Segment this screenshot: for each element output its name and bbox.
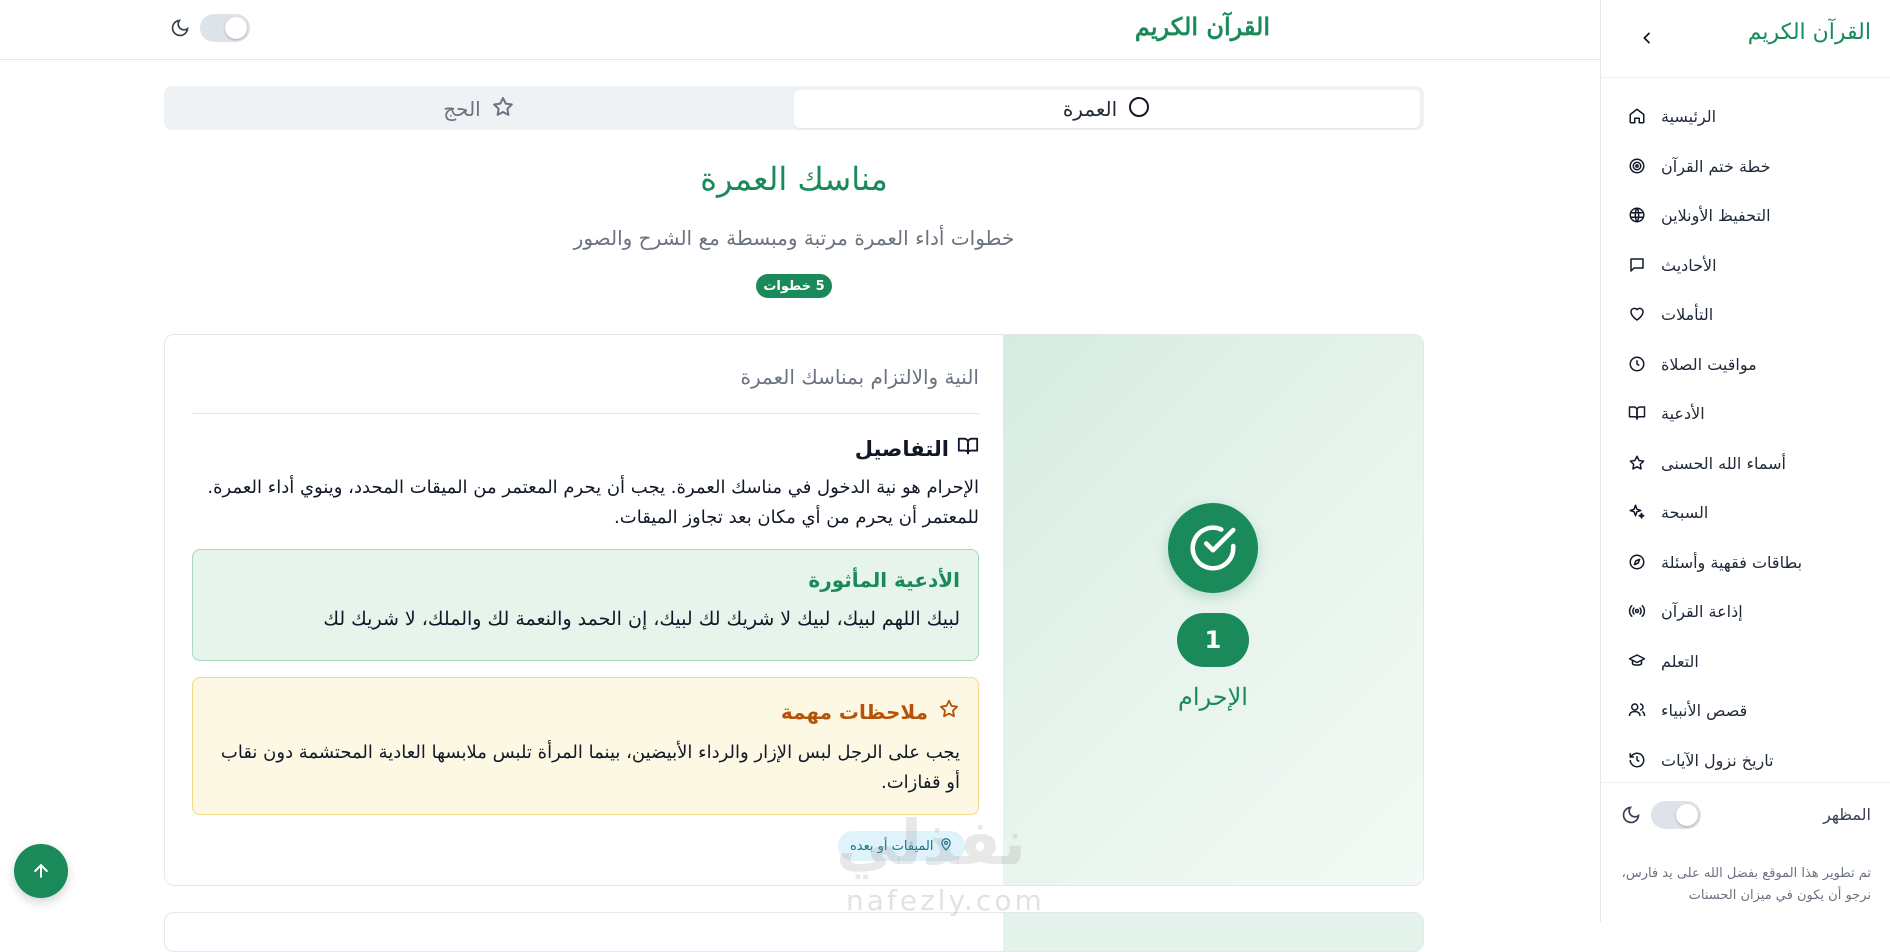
compass-icon bbox=[1627, 552, 1647, 572]
sidebar: القرآن الكريم الرئيسية خطة ختم القرآن ال… bbox=[1600, 0, 1890, 922]
details-heading: التفاصيل bbox=[855, 435, 979, 462]
sidebar-item-prayer-times[interactable]: مواقيت الصلاة bbox=[1601, 346, 1890, 382]
book-open-icon bbox=[957, 435, 979, 462]
notes-text: يجب على الرجل لبس الإزار والرداء الأبيضي… bbox=[220, 742, 960, 793]
sidebar-nav: الرئيسية خطة ختم القرآن التحفيظ الأونلاي… bbox=[1601, 92, 1890, 772]
heart-icon bbox=[1627, 304, 1647, 324]
step-visual-panel bbox=[1003, 913, 1423, 951]
sparkles-icon bbox=[1627, 502, 1647, 522]
globe-icon bbox=[1627, 205, 1647, 225]
sidebar-item-label: الأدعية bbox=[1661, 403, 1705, 423]
details-heading-label: التفاصيل bbox=[854, 436, 949, 461]
circle-icon bbox=[1127, 95, 1151, 124]
users-icon bbox=[1627, 700, 1647, 720]
notes-title: ملاحظات مهمة bbox=[780, 699, 928, 724]
sidebar-item-label: تاريخ نزول الآيات bbox=[1661, 750, 1774, 770]
page-subtitle: خطوات أداء العمرة مرتبة ومبسطة مع الشرح … bbox=[573, 226, 1015, 250]
next-step-card bbox=[164, 912, 1424, 952]
sidebar-item-reflections[interactable]: التأملات bbox=[1601, 296, 1890, 332]
sidebar-item-fiqh-cards[interactable]: بطاقات فقهية وأسئلة bbox=[1601, 544, 1890, 580]
toggle-knob bbox=[225, 17, 247, 39]
dua-text: لبيك اللهم لبيك، لبيك لا شريك لك لبيك، إ… bbox=[323, 608, 960, 630]
arrow-up-icon bbox=[34, 864, 48, 878]
step-visual-panel: 1 الإحرام bbox=[1003, 335, 1423, 885]
step-name: الإحرام bbox=[1178, 683, 1248, 711]
clock-icon bbox=[1627, 354, 1647, 374]
sidebar-item-prophets-stories[interactable]: قصص الأنبياء bbox=[1601, 692, 1890, 728]
sidebar-header: القرآن الكريم bbox=[1601, 0, 1890, 78]
sidebar-item-label: التحفيظ الأونلاين bbox=[1661, 205, 1771, 225]
sidebar-item-label: إذاعة القرآن bbox=[1661, 601, 1743, 621]
dua-title: الأدعية المأثورة bbox=[808, 568, 960, 592]
sidebar-item-hadith[interactable]: الأحاديث bbox=[1601, 247, 1890, 283]
sidebar-item-label: بطاقات فقهية وأسئلة bbox=[1661, 552, 1803, 572]
tab-label: الحج bbox=[443, 97, 481, 121]
tab-umrah[interactable]: العمرة bbox=[794, 90, 1420, 128]
sidebar-footer: المظهر تم تطوير هذا الموقع بفضل الله على… bbox=[1601, 782, 1890, 922]
sidebar-item-label: الأحاديث bbox=[1661, 255, 1717, 275]
sidebar-item-quran-radio[interactable]: إذاعة القرآن bbox=[1601, 593, 1890, 629]
appearance-label: المظهر bbox=[1823, 805, 1871, 824]
notes-box: ملاحظات مهمة يجب على الرجل لبس الإزار وا… bbox=[192, 677, 979, 815]
graduation-cap-icon bbox=[1627, 651, 1647, 671]
sidebar-item-duas[interactable]: الأدعية bbox=[1601, 395, 1890, 431]
check-circle-icon bbox=[1168, 503, 1258, 593]
star-icon bbox=[491, 95, 515, 124]
sidebar-item-label: خطة ختم القرآن bbox=[1661, 156, 1771, 176]
toggle-knob bbox=[1676, 804, 1698, 826]
star-icon bbox=[938, 698, 960, 725]
sidebar-item-label: السبحة bbox=[1661, 502, 1709, 522]
dua-box: الأدعية المأثورة لبيك اللهم لبيك، لبيك ل… bbox=[192, 549, 979, 661]
credit-text: تم تطوير هذا الموقع بفضل الله على يد فار… bbox=[1621, 866, 1871, 903]
radio-icon bbox=[1627, 601, 1647, 621]
sidebar-item-label: التأملات bbox=[1661, 304, 1714, 324]
sidebar-item-names-of-allah[interactable]: أسماء الله الحسنى bbox=[1601, 445, 1890, 481]
sidebar-item-online-memorization[interactable]: التحفيظ الأونلاين bbox=[1601, 197, 1890, 233]
sidebar-item-label: الرئيسية bbox=[1661, 106, 1717, 126]
book-open-icon bbox=[1627, 403, 1647, 423]
step-intro: النية والالتزام بمناسك العمرة bbox=[740, 365, 980, 389]
home-icon bbox=[1627, 106, 1647, 126]
sidebar-item-revelation-history[interactable]: تاريخ نزول الآيات bbox=[1601, 742, 1890, 772]
history-icon bbox=[1627, 750, 1647, 770]
chevron-left-icon[interactable] bbox=[1637, 28, 1657, 48]
step-card: 1 الإحرام النية والالتزام بمناسك العمرة … bbox=[164, 334, 1424, 886]
target-icon bbox=[1627, 156, 1647, 176]
sidebar-item-label: قصص الأنبياء bbox=[1661, 700, 1748, 720]
tab-label: العمرة bbox=[1062, 97, 1118, 121]
watermark-arabic: نفذلي bbox=[836, 806, 1026, 879]
star-icon bbox=[1627, 453, 1647, 473]
watermark-latin: nafezly.com bbox=[846, 884, 1045, 917]
details-text: الإحرام هو نية الدخول في مناسك العمرة. ي… bbox=[207, 477, 979, 528]
sidebar-item-tasbih[interactable]: السبحة bbox=[1601, 494, 1890, 530]
sidebar-item-khatm-plan[interactable]: خطة ختم القرآن bbox=[1601, 148, 1890, 184]
divider bbox=[192, 413, 979, 414]
ritual-tabs: العمرة الحج bbox=[164, 86, 1424, 130]
steps-count-badge: 5 خطوات bbox=[756, 274, 832, 298]
moon-icon[interactable] bbox=[170, 18, 190, 38]
step-content: النية والالتزام بمناسك العمرة التفاصيل ا… bbox=[165, 335, 1005, 885]
page-title: مناسك العمرة bbox=[700, 160, 888, 198]
top-header: القرآن الكريم bbox=[0, 0, 1600, 60]
sidebar-item-home[interactable]: الرئيسية bbox=[1601, 98, 1890, 134]
sidebar-theme-toggle[interactable] bbox=[1651, 801, 1701, 829]
sidebar-item-learning[interactable]: التعلم bbox=[1601, 643, 1890, 679]
sidebar-item-label: أسماء الله الحسنى bbox=[1661, 453, 1786, 473]
tab-hajj[interactable]: الحج bbox=[168, 90, 790, 128]
message-icon bbox=[1627, 255, 1647, 275]
scroll-to-top-button[interactable] bbox=[14, 844, 68, 898]
site-title[interactable]: القرآن الكريم bbox=[1135, 12, 1270, 41]
notes-heading: ملاحظات مهمة bbox=[781, 698, 960, 725]
sidebar-title[interactable]: القرآن الكريم bbox=[1748, 20, 1871, 45]
sidebar-item-label: التعلم bbox=[1661, 651, 1699, 671]
moon-icon[interactable] bbox=[1621, 805, 1641, 825]
theme-toggle[interactable] bbox=[200, 14, 250, 42]
sidebar-item-label: مواقيت الصلاة bbox=[1661, 354, 1757, 374]
step-number: 1 bbox=[1177, 613, 1249, 667]
